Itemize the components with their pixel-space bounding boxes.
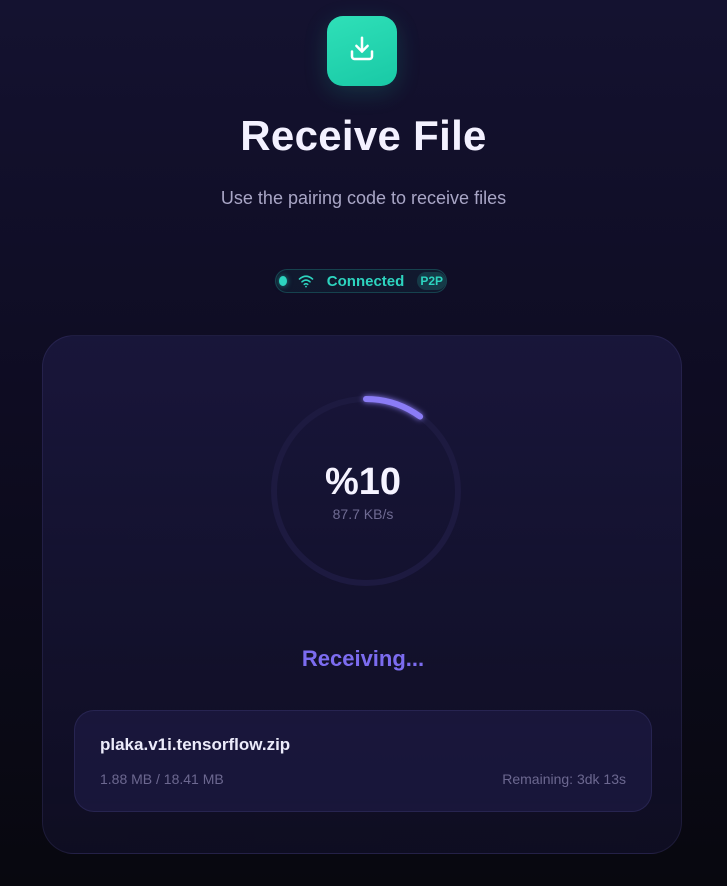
file-info-box: plaka.v1i.tensorflow.zip 1.88 MB / 18.41… [74,710,652,812]
file-name: plaka.v1i.tensorflow.zip [100,735,291,754]
transfer-card: %10 87.7 KB/s Receiving... plaka.v1i.ten… [42,335,682,854]
page-subtitle: Use the pairing code to receive files [220,188,507,208]
status-dot [279,276,287,286]
page-title: Receive File [240,112,487,159]
transfer-speed: 87.7 KB/s [332,506,394,522]
connection-status-pill: Connected P2P [275,269,447,293]
file-size: 1.88 MB / 18.41 MB [100,771,224,787]
transfer-status: Receiving... [301,646,425,671]
connection-status-text: Connected [326,272,405,290]
p2p-badge: P2P [417,272,446,290]
download-icon [347,34,377,69]
time-remaining: Remaining: 3dk 13s [502,771,626,787]
progress-percent: %10 [324,461,402,503]
app-download-badge [327,16,397,86]
wifi-icon [298,274,314,288]
